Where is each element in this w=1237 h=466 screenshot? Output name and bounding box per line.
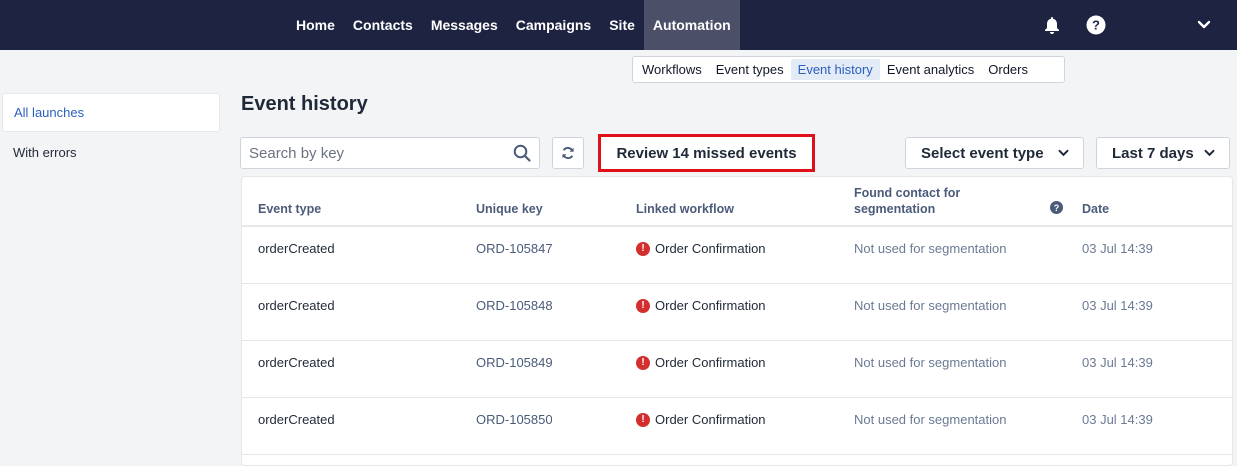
nav-item-contacts[interactable]: Contacts [344, 0, 422, 50]
table-row[interactable]: orderCreated ORD-105848 ! Order Confirmat… [242, 284, 1232, 341]
chevron-down-icon [1058, 149, 1069, 157]
table-row[interactable]: orderCreated ORD-105849 ! Order Confirmat… [242, 341, 1232, 398]
tab-event-analytics[interactable]: Event analytics [880, 59, 981, 80]
cell-event-type: orderCreated [258, 241, 335, 256]
cell-unique-key[interactable]: ORD-105850 [476, 412, 553, 428]
period-dropdown[interactable]: Last 7 days [1096, 137, 1230, 169]
refresh-button[interactable] [552, 137, 584, 169]
search-icon[interactable] [513, 144, 531, 162]
cell-date: 03 Jul 14:39 [1082, 298, 1153, 313]
help-circle-icon[interactable]: ? [1084, 13, 1108, 37]
table-row[interactable]: orderCreated ORD-105847 ! Order Confirmat… [242, 227, 1232, 284]
header-found-contact[interactable]: Found contact for segmentation [854, 185, 960, 217]
search-box [240, 137, 540, 169]
header-unique-key[interactable]: Unique key [476, 201, 543, 217]
table-header: Event type Unique key Linked workflow Fo… [242, 177, 1232, 227]
cell-linked-workflow[interactable]: ! Order Confirmation [636, 355, 766, 371]
search-input[interactable] [249, 144, 513, 162]
workflow-name: Order Confirmation [655, 412, 766, 427]
header-found-contact-line2: segmentation [854, 202, 936, 216]
event-history-table: Event type Unique key Linked workflow Fo… [241, 176, 1233, 466]
cell-linked-workflow[interactable]: ! Order Confirmation [636, 412, 766, 428]
bell-icon[interactable] [1040, 13, 1064, 37]
chevron-down-icon [1204, 149, 1215, 157]
cell-linked-workflow[interactable]: ! Order Confirmation [636, 298, 766, 314]
event-type-dropdown-label: Select event type [921, 144, 1044, 162]
nav-item-site[interactable]: Site [600, 0, 644, 50]
nav-item-automation[interactable]: Automation [643, 0, 740, 50]
help-icon[interactable]: ? [1050, 201, 1063, 214]
workflow-name: Order Confirmation [655, 241, 766, 256]
header-event-type[interactable]: Event type [258, 201, 321, 217]
automation-subtabs: Workflows Event types Event history Even… [632, 56, 1065, 83]
nav-item-campaigns[interactable]: Campaigns [507, 0, 600, 50]
error-icon: ! [636, 356, 650, 370]
main-nav: Home Contacts Messages Campaigns Site Au… [287, 0, 740, 50]
cell-unique-key[interactable]: ORD-105848 [476, 298, 553, 314]
cell-event-type: orderCreated [258, 355, 335, 370]
header-linked-workflow[interactable]: Linked workflow [636, 201, 734, 217]
cell-unique-key[interactable]: ORD-105849 [476, 355, 553, 371]
chevron-down-icon[interactable] [1192, 13, 1216, 37]
cell-found-contact: Not used for segmentation [854, 298, 1007, 313]
period-dropdown-label: Last 7 days [1112, 144, 1194, 162]
tab-event-history[interactable]: Event history [790, 59, 880, 80]
cell-found-contact: Not used for segmentation [854, 412, 1007, 427]
event-type-dropdown[interactable]: Select event type [905, 137, 1084, 169]
error-icon: ! [636, 242, 650, 256]
cell-date: 03 Jul 14:39 [1082, 355, 1153, 370]
workflow-name: Order Confirmation [655, 355, 766, 370]
cell-found-contact: Not used for segmentation [854, 241, 1007, 256]
review-missed-events-button[interactable]: Review 14 missed events [598, 134, 815, 172]
refresh-icon [561, 146, 575, 160]
header-found-contact-line1: Found contact for [854, 186, 961, 200]
error-icon: ! [636, 299, 650, 313]
cell-date: 03 Jul 14:39 [1082, 412, 1153, 427]
sidebar-item-with-errors[interactable]: With errors [2, 133, 220, 172]
table-row[interactable]: orderCreated ORD-105850 ! Order Confirmat… [242, 398, 1232, 455]
sidebar-item-all-launches[interactable]: All launches [2, 93, 220, 132]
workflow-name: Order Confirmation [655, 298, 766, 313]
tab-event-types[interactable]: Event types [709, 59, 791, 80]
top-navigation-bar: Home Contacts Messages Campaigns Site Au… [0, 0, 1237, 50]
cell-unique-key[interactable]: ORD-105847 [476, 241, 553, 257]
nav-item-messages[interactable]: Messages [422, 0, 507, 50]
cell-linked-workflow[interactable]: ! Order Confirmation [636, 241, 766, 257]
tab-orders[interactable]: Orders [981, 59, 1035, 80]
svg-text:?: ? [1092, 18, 1100, 33]
header-date[interactable]: Date [1082, 201, 1109, 217]
error-icon: ! [636, 413, 650, 427]
cell-found-contact: Not used for segmentation [854, 355, 1007, 370]
cell-event-type: orderCreated [258, 412, 335, 427]
cell-date: 03 Jul 14:39 [1082, 241, 1153, 256]
cell-event-type: orderCreated [258, 298, 335, 313]
tab-workflows[interactable]: Workflows [635, 59, 709, 80]
page-title: Event history [241, 93, 368, 115]
nav-item-home[interactable]: Home [287, 0, 344, 50]
